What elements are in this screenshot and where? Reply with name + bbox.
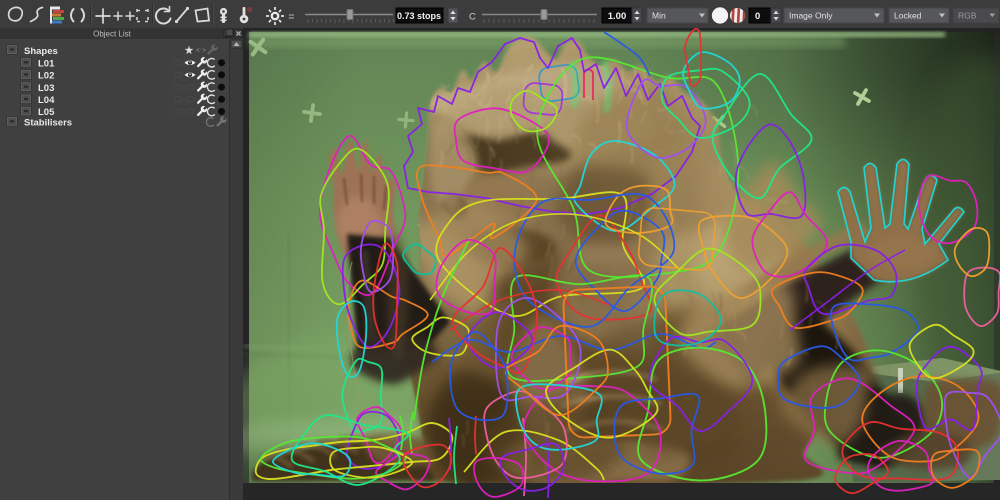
svg-text:0: 0 [755,11,760,22]
svg-text:L02: L02 [38,71,54,82]
svg-text:L01: L01 [38,58,55,69]
svg-text:L03: L03 [38,83,54,94]
svg-text:Locked: Locked [894,11,922,21]
svg-text:Shapes: Shapes [24,46,58,57]
svg-text:0.73 stops: 0.73 stops [397,11,441,21]
svg-text:Min: Min [652,11,666,21]
svg-text:1.00: 1.00 [608,11,627,22]
svg-text:L04: L04 [38,95,55,106]
svg-text:Object List: Object List [93,30,132,39]
svg-text:Image Only: Image Only [789,11,833,21]
svg-text:Stabilisers: Stabilisers [24,117,72,128]
svg-text:≣: ≣ [288,12,295,21]
svg-text:RGB: RGB [958,11,977,21]
svg-text:C: C [469,12,476,23]
